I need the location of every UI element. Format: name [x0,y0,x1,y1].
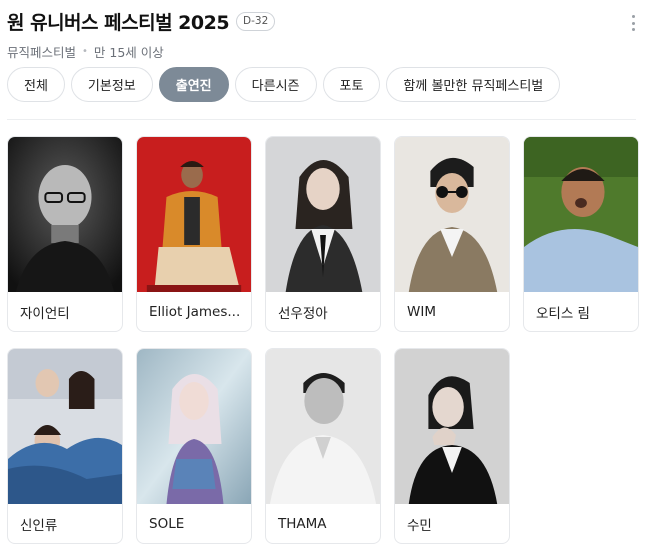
performer-photo [8,137,122,292]
performer-photo [266,349,380,504]
page-title: 원 유니버스 페스티벌 2025 [7,12,230,34]
performer-card[interactable]: Elliot James... [136,136,252,332]
performer-card[interactable]: THAMA [265,348,381,544]
performer-photo [524,137,638,292]
tab-photo[interactable]: 포토 [322,67,381,102]
performer-card[interactable]: 신인류 [7,348,123,544]
more-options-icon[interactable] [632,15,636,31]
age-label: 만 15세 이상 [93,45,164,60]
tab-related-festivals[interactable]: 함께 볼만한 뮤직페스티벌 [386,67,561,102]
tab-performers[interactable]: 출연진 [158,67,229,102]
divider [7,119,636,120]
performer-grid: 자이언티 Elliot James... 선우정아 WIM 오티스 림 신인류 … [7,136,639,544]
title-row: 원 유니버스 페스티벌 2025 D-32 [7,8,654,35]
performer-photo [395,349,509,504]
performer-card[interactable]: WIM [394,136,510,332]
tab-other-seasons[interactable]: 다른시즌 [234,67,317,102]
performer-card[interactable]: 선우정아 [265,136,381,332]
performer-photo [266,137,380,292]
performer-card[interactable]: 자이언티 [7,136,123,332]
category-label: 뮤직페스티벌 [7,45,77,60]
performer-name: Elliot James... [149,304,241,320]
performer-photo [8,349,122,504]
performer-photo [137,349,251,504]
performer-name: 신인류 [20,518,58,534]
performer-card[interactable]: SOLE [136,348,252,544]
performer-name: WIM [407,304,436,320]
performer-name: SOLE [149,516,185,532]
subtitle: 뮤직페스티벌 • 만 15세 이상 [7,42,654,61]
performer-name: 오티스 림 [536,306,590,322]
header: 원 유니버스 페스티벌 2025 D-32 뮤직페스티벌 • 만 15세 이상 [7,8,654,61]
performer-name: 선우정아 [278,306,328,322]
tab-basic-info[interactable]: 기본정보 [70,67,153,102]
performer-name: 수민 [407,518,432,534]
dday-badge: D-32 [236,12,276,31]
performer-name: 자이언티 [20,306,70,322]
performer-card[interactable]: 수민 [394,348,510,544]
tab-all[interactable]: 전체 [7,67,65,102]
performer-card[interactable]: 오티스 림 [523,136,639,332]
separator-dot: • [82,46,88,57]
performer-name: THAMA [278,516,327,532]
performer-photo [137,137,251,292]
performer-photo [395,137,509,292]
tab-bar: 전체 기본정보 출연진 다른시즌 포토 함께 볼만한 뮤직페스티벌 [7,67,561,102]
